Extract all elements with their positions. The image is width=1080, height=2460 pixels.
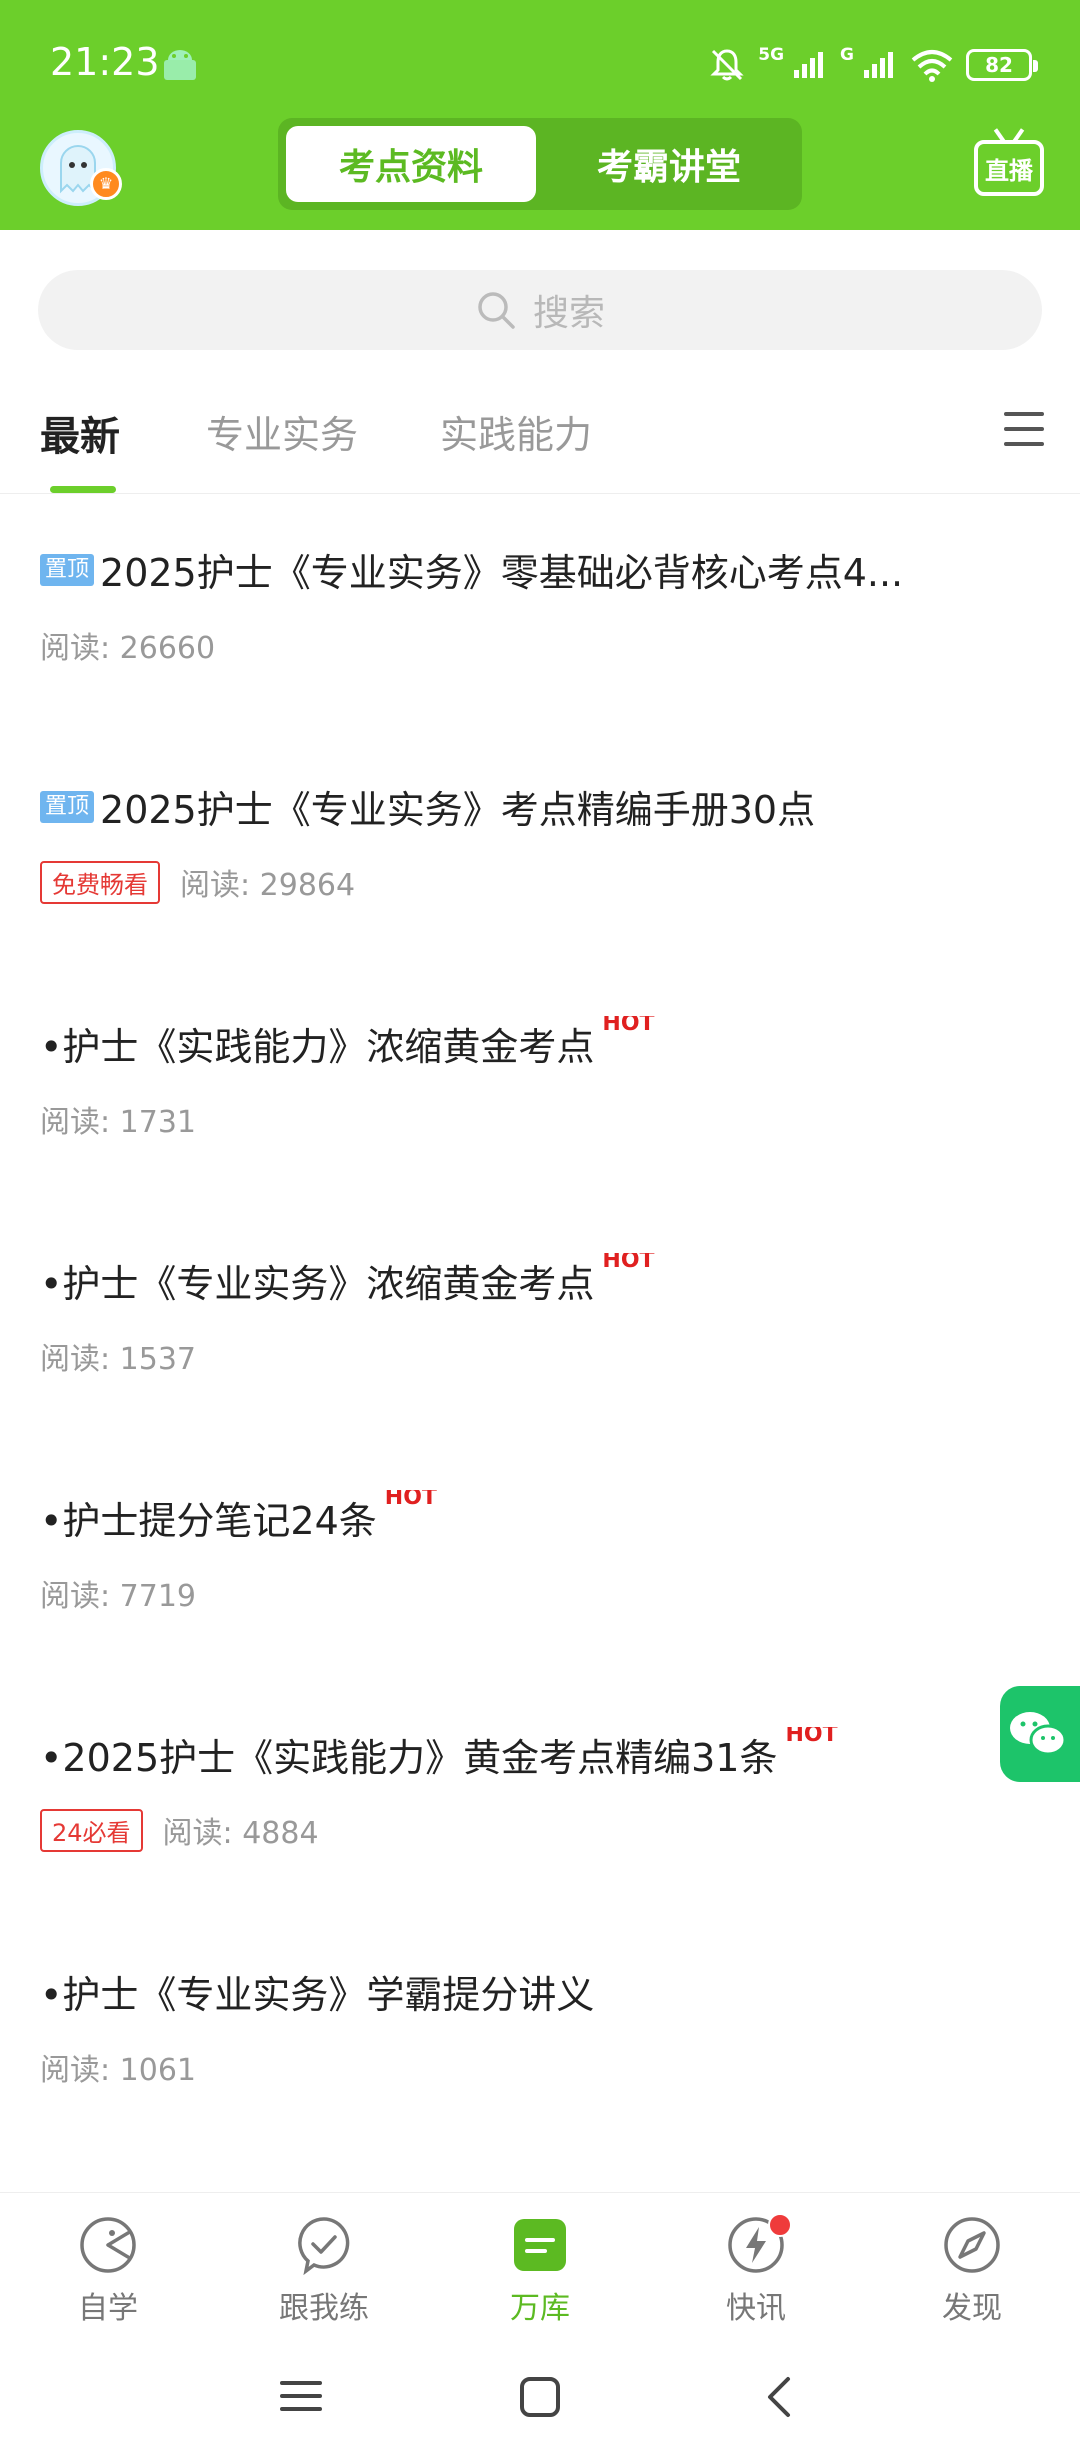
article-title: •护士《专业实务》浓缩黄金考点 (40, 1262, 595, 1306)
status-bar: 21:23 5G G 82 (0, 0, 1080, 120)
article-title: 2025护士《专业实务》考点精编手册30点 (100, 788, 816, 832)
active-tab-indicator (50, 486, 116, 493)
app-root: 21:23 5G G 82 ♛ 考点资料 考霸讲堂 直播 搜索 最新 专业实务 … (0, 0, 1080, 2460)
menu-icon[interactable] (1004, 412, 1044, 446)
read-count: 阅读: 26660 (40, 631, 216, 666)
article-title-row: •2025护士《实践能力》黄金考点精编31条 HOT (40, 1727, 1040, 1782)
list-item[interactable]: •护士《专业实务》浓缩黄金考点 HOT 阅读: 1537 (40, 1253, 1040, 1378)
list-item[interactable]: 置顶 2025护士《专业实务》考点精编手册30点 免费畅看 阅读: 29864 (40, 779, 1040, 904)
cell-signal-icon (794, 52, 824, 78)
pinned-tag: 置顶 (40, 553, 95, 586)
search-placeholder: 搜索 (532, 293, 605, 334)
article-title-row: 置顶 2025护士《专业实务》考点精编手册30点 (40, 779, 1040, 834)
list-item[interactable]: •护士提分笔记24条 HOT 阅读: 7719 (40, 1490, 1040, 1615)
hot-label: HOT (384, 1490, 437, 1510)
library-icon (514, 2219, 566, 2271)
tab-latest[interactable]: 最新 (40, 404, 120, 462)
self-study-icon (80, 2217, 136, 2273)
article-meta: 阅读: 1731 (40, 1097, 1040, 1141)
search-bar[interactable]: 搜索 (38, 270, 1042, 350)
wifi-icon (911, 50, 953, 82)
nav-label: 万库 (510, 2291, 570, 2326)
status-time: 21:23 (50, 40, 160, 84)
crown-badge-icon: ♛ (90, 168, 122, 200)
bottom-nav: 自学 跟我练 万库 快讯 发现 (0, 2192, 1080, 2342)
notification-dot (768, 2213, 792, 2237)
tab-lecture-hall[interactable]: 考霸讲堂 (544, 126, 794, 202)
header-segmented-tabs: 考点资料 考霸讲堂 (278, 118, 802, 210)
compass-icon (944, 2217, 1000, 2273)
signal-g-label: G (840, 45, 854, 65)
status-icons: 5G G 82 (708, 40, 1038, 90)
article-title: •护士《专业实务》学霸提分讲义 (40, 1973, 595, 2017)
list-item[interactable]: •2025护士《实践能力》黄金考点精编31条 HOT 24必看 阅读: 4884 (40, 1727, 1040, 1852)
nav-label: 发现 (942, 2291, 1002, 2326)
article-title-row: •护士《专业实务》浓缩黄金考点 HOT (40, 1253, 1040, 1308)
search-icon (478, 292, 515, 329)
hot-label: HOT (602, 1016, 655, 1036)
tab-practical-ability[interactable]: 实践能力 (440, 404, 592, 459)
article-meta: 阅读: 1537 (40, 1334, 1040, 1378)
recent-apps-icon[interactable] (280, 2375, 322, 2417)
read-count: 阅读: 29864 (180, 868, 356, 903)
article-title-row: •护士《专业实务》学霸提分讲义 (40, 1964, 1040, 2019)
wechat-icon (1010, 1712, 1067, 1756)
pinned-tag: 置顶 (40, 790, 95, 823)
nav-label: 跟我练 (279, 2291, 369, 2326)
article-title: •护士《实践能力》浓缩黄金考点 (40, 1025, 595, 1069)
battery-indicator: 82 (966, 49, 1038, 81)
nav-label: 快讯 (726, 2291, 786, 2326)
hot-label: HOT (785, 1727, 838, 1747)
nav-self-study[interactable]: 自学 (28, 2215, 188, 2327)
nav-label: 自学 (78, 2291, 138, 2326)
app-header: 21:23 5G G 82 ♛ 考点资料 考霸讲堂 直播 (0, 0, 1080, 230)
signal-5g-label: 5G (758, 45, 785, 65)
wechat-float-button[interactable] (1000, 1686, 1080, 1782)
article-title-row: •护士《实践能力》浓缩黄金考点 HOT (40, 1016, 1040, 1071)
tab-professional-practice[interactable]: 专业实务 (206, 404, 358, 459)
list-item[interactable]: •护士《实践能力》浓缩黄金考点 HOT 阅读: 1731 (40, 1016, 1040, 1141)
article-meta: 阅读: 26660 (40, 623, 1040, 667)
system-nav-bar (0, 2345, 1080, 2460)
article-title: 2025护士《专业实务》零基础必背核心考点4... (100, 551, 904, 595)
tab-exam-materials[interactable]: 考点资料 (286, 126, 536, 202)
free-view-badge: 免费畅看 (40, 860, 160, 904)
home-icon[interactable] (518, 2375, 562, 2419)
nav-flash-news[interactable]: 快讯 (676, 2213, 836, 2327)
article-meta: 免费畅看 阅读: 29864 (40, 860, 1040, 904)
list-item[interactable]: •护士《专业实务》学霸提分讲义 阅读: 1061 (40, 1964, 1040, 2089)
read-count: 阅读: 1061 (40, 2053, 196, 2088)
android-icon (164, 50, 196, 80)
practice-icon (298, 2217, 350, 2275)
nav-discover[interactable]: 发现 (892, 2215, 1052, 2327)
article-meta: 24必看 阅读: 4884 (40, 1808, 1040, 1852)
article-title: •护士提分笔记24条 (40, 1499, 377, 1543)
article-title-row: 置顶 2025护士《专业实务》零基础必背核心考点4... (40, 542, 1040, 597)
read-count: 阅读: 4884 (162, 1816, 319, 1851)
nav-practice[interactable]: 跟我练 (244, 2215, 404, 2327)
cell-signal-icon (864, 52, 893, 78)
read-count: 阅读: 1731 (40, 1105, 196, 1140)
read-count: 阅读: 7719 (40, 1579, 196, 1614)
list-item[interactable]: 置顶 2025护士《专业实务》零基础必背核心考点4... 阅读: 26660 (40, 542, 1040, 667)
article-meta: 阅读: 7719 (40, 1571, 1040, 1615)
nav-library[interactable]: 万库 (460, 2215, 620, 2327)
article-title-row: •护士提分笔记24条 HOT (40, 1490, 1040, 1545)
article-meta: 阅读: 1061 (40, 2045, 1040, 2089)
hot-label: HOT (602, 1253, 655, 1273)
category-tabs: 最新 专业实务 实践能力 (0, 380, 1080, 494)
mute-bell-icon (710, 49, 744, 81)
back-icon[interactable] (760, 2373, 800, 2421)
must-read-badge: 24必看 (40, 1808, 143, 1852)
read-count: 阅读: 1537 (40, 1342, 196, 1377)
live-tv-button[interactable]: 直播 (974, 140, 1044, 196)
article-title: •2025护士《实践能力》黄金考点精编31条 (40, 1736, 778, 1780)
